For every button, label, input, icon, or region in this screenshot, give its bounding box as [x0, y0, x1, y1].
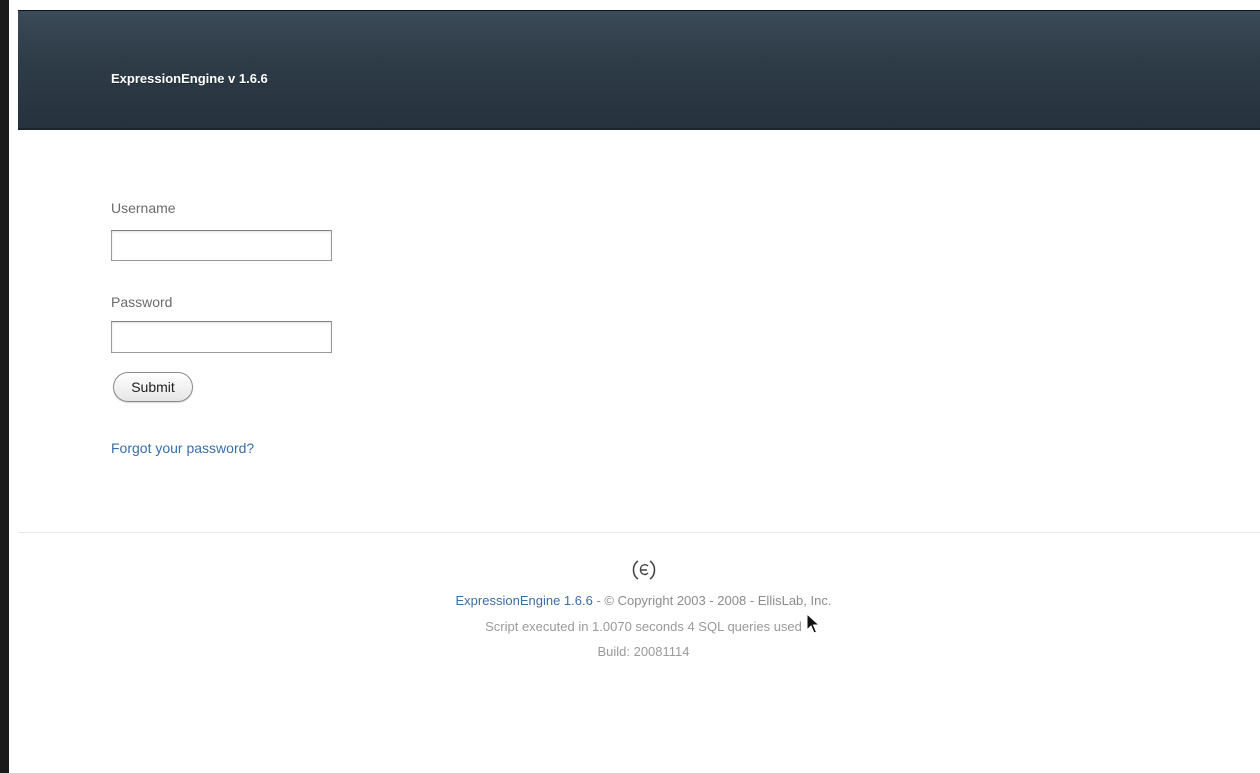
top-header-bar: ExpressionEngine v 1.6.6: [18, 10, 1260, 130]
forgot-password-link[interactable]: Forgot your password?: [111, 440, 254, 456]
build-info: Build: 20081114: [597, 644, 690, 659]
username-input[interactable]: [111, 230, 332, 261]
password-input[interactable]: [111, 321, 332, 353]
password-label: Password: [111, 294, 173, 310]
username-label: Username: [111, 200, 176, 216]
copyright-text: - © Copyright 2003 - 2008 - EllisLab, In…: [592, 593, 832, 608]
script-execution-info: Script executed in 1.0070 seconds 4 SQL …: [485, 619, 802, 634]
browser-viewport: ExpressionEngine v 1.6.6 Username Passwo…: [0, 0, 1260, 773]
footer-copyright-line: ExpressionEngine 1.6.6 - © Copyright 200…: [18, 593, 1260, 608]
ee-logo-icon[interactable]: [629, 558, 659, 582]
submit-button[interactable]: Submit: [113, 372, 193, 402]
expressionengine-link[interactable]: ExpressionEngine 1.6.6: [456, 593, 593, 608]
app-title: ExpressionEngine v 1.6.6: [111, 71, 268, 86]
footer-divider: [18, 532, 1260, 533]
